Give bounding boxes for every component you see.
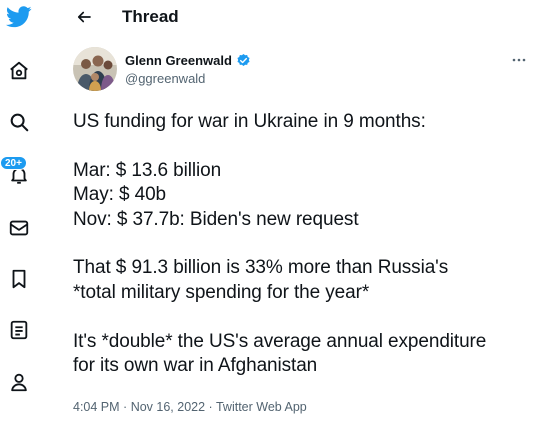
twitter-logo-icon[interactable] bbox=[4, 2, 34, 32]
search-icon[interactable] bbox=[4, 107, 34, 137]
author-handle[interactable]: @ggreenwald bbox=[125, 71, 205, 87]
tweet-meta: 4:04 PM · Nov 16, 2022 · Twitter Web App bbox=[73, 399, 307, 415]
envelope-icon[interactable] bbox=[4, 213, 34, 243]
more-options-button[interactable] bbox=[509, 50, 529, 70]
tweet-source[interactable]: Twitter Web App bbox=[216, 400, 307, 414]
author-name[interactable]: Glenn Greenwald bbox=[125, 53, 232, 69]
person-icon[interactable] bbox=[4, 367, 34, 397]
separator-dot: · bbox=[208, 400, 213, 414]
thread-header: Thread bbox=[40, 0, 533, 34]
more-dots-icon bbox=[512, 58, 526, 62]
bookmark-icon[interactable] bbox=[4, 264, 34, 294]
list-icon[interactable] bbox=[4, 315, 34, 345]
home-icon[interactable] bbox=[4, 56, 34, 86]
page-title: Thread bbox=[122, 7, 179, 26]
separator-dot: · bbox=[123, 400, 128, 414]
sidebar-nav: 20+ bbox=[0, 0, 40, 422]
tweet-time[interactable]: 4:04 PM bbox=[73, 400, 120, 414]
tweet-date[interactable]: Nov 16, 2022 bbox=[131, 400, 205, 414]
notification-badge: 20+ bbox=[0, 156, 27, 170]
avatar[interactable] bbox=[73, 47, 117, 91]
back-button[interactable] bbox=[73, 6, 95, 28]
tweet-text: US funding for war in Ukraine in 9 month… bbox=[73, 111, 487, 377]
verified-badge-icon bbox=[236, 53, 251, 68]
arrow-left-icon bbox=[77, 11, 91, 23]
